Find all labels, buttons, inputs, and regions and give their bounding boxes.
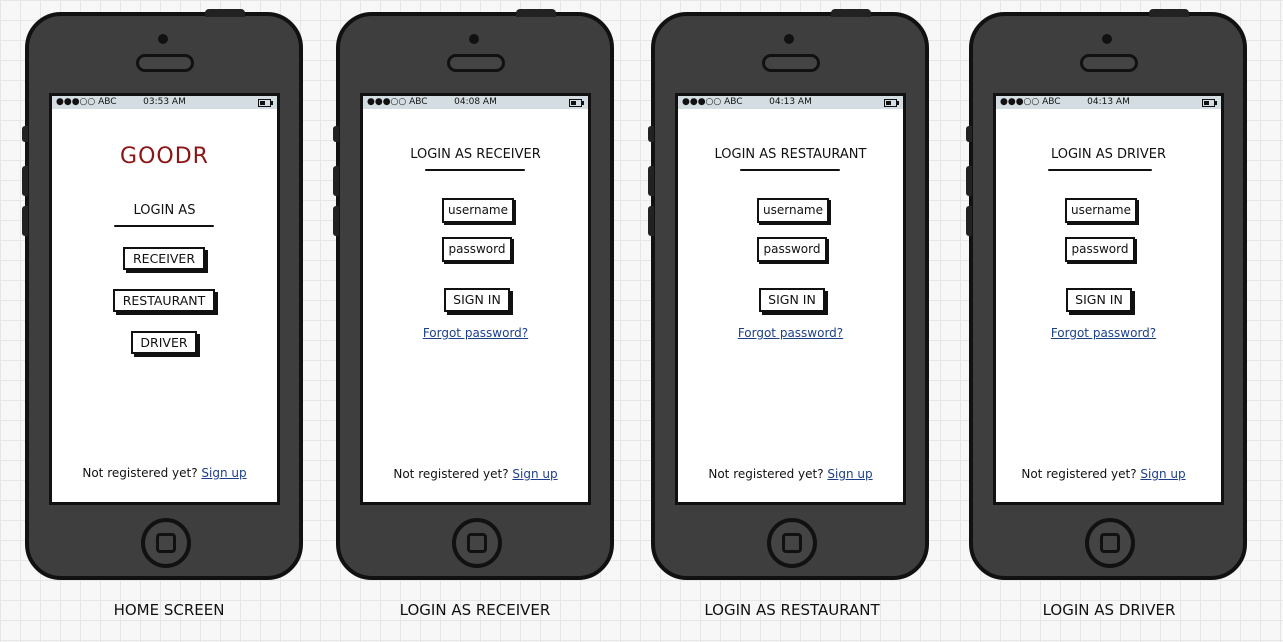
forgot-password-link[interactable]: Forgot password? <box>678 326 903 340</box>
side-button <box>333 126 339 142</box>
screen: ●●●○○ ABC 04:08 AM LOGIN AS RECEIVER use… <box>360 93 591 505</box>
side-button <box>966 206 972 236</box>
signup-text: Not registered yet? <box>82 466 198 480</box>
signup-prompt: Not registered yet? Sign up <box>52 466 277 480</box>
side-button <box>648 126 654 142</box>
title-underline <box>425 169 525 171</box>
status-time: 04:13 AM <box>1087 97 1130 107</box>
signup-prompt: Not registered yet? Sign up <box>996 467 1216 481</box>
status-bar: ●●●○○ ABC 04:13 AM <box>678 96 903 109</box>
phone-shell: ●●●○○ ABC 04:13 AM LOGIN AS DRIVER usern… <box>966 9 1247 580</box>
top-button <box>205 9 245 17</box>
camera-icon <box>158 34 168 44</box>
screen: ●●●○○ ABC 04:13 AM LOGIN AS DRIVER usern… <box>993 93 1224 505</box>
phone-shell: ●●●○○ ABC 04:08 AM LOGIN AS RECEIVER use… <box>333 9 614 580</box>
side-button <box>648 206 654 236</box>
battery-icon <box>258 99 273 107</box>
phone-login-driver: ●●●○○ ABC 04:13 AM LOGIN AS DRIVER usern… <box>966 9 1249 584</box>
top-button <box>516 9 556 17</box>
receiver-button[interactable]: RECEIVER <box>123 247 205 270</box>
password-field[interactable]: password <box>442 237 512 262</box>
camera-icon <box>469 34 479 44</box>
top-button <box>831 9 871 17</box>
status-bar: ●●●○○ ABC 03:53 AM <box>52 96 277 109</box>
driver-button[interactable]: DRIVER <box>131 331 197 354</box>
phone-shell: ●●●○○ ABC 03:53 AM GOODR LOGIN AS RECEIV… <box>22 9 303 580</box>
signup-text: Not registered yet? <box>1021 467 1137 481</box>
side-button <box>333 206 339 236</box>
top-button <box>1149 9 1189 17</box>
signup-link[interactable]: Sign up <box>201 466 246 480</box>
side-button <box>648 166 654 196</box>
side-button <box>22 126 28 142</box>
page-title: LOGIN AS DRIVER <box>1050 147 1167 162</box>
username-field[interactable]: username <box>757 198 829 223</box>
password-field[interactable]: password <box>757 237 827 262</box>
home-button[interactable] <box>1085 518 1135 568</box>
status-time: 03:53 AM <box>143 97 186 107</box>
signup-link[interactable]: Sign up <box>1140 467 1185 481</box>
sign-in-button[interactable]: SIGN IN <box>1066 288 1132 312</box>
username-field[interactable]: username <box>442 198 514 223</box>
screen: ●●●○○ ABC 03:53 AM GOODR LOGIN AS RECEIV… <box>49 93 280 505</box>
home-button[interactable] <box>141 518 191 568</box>
status-time: 04:13 AM <box>769 97 812 107</box>
sign-in-button[interactable]: SIGN IN <box>444 288 510 312</box>
title-underline <box>740 169 840 171</box>
signup-prompt: Not registered yet? Sign up <box>363 467 588 481</box>
screen: ●●●○○ ABC 04:13 AM LOGIN AS RESTAURANT u… <box>675 93 906 505</box>
camera-icon <box>784 34 794 44</box>
caption-login-driver: LOGIN AS DRIVER <box>1042 601 1176 619</box>
forgot-password-link[interactable]: Forgot password? <box>996 326 1216 340</box>
forgot-password-link[interactable]: Forgot password? <box>363 326 588 340</box>
speaker-icon <box>1080 54 1138 72</box>
brand-logo: GOODR <box>120 144 209 169</box>
phone-home-screen: ●●●○○ ABC 03:53 AM GOODR LOGIN AS RECEIV… <box>22 9 305 584</box>
side-button <box>22 166 28 196</box>
page-title: LOGIN AS RECEIVER <box>410 147 541 162</box>
side-button <box>966 166 972 196</box>
status-bar: ●●●○○ ABC 04:13 AM <box>996 96 1221 109</box>
phone-login-receiver: ●●●○○ ABC 04:08 AM LOGIN AS RECEIVER use… <box>333 9 616 584</box>
caption-login-receiver: LOGIN AS RECEIVER <box>399 601 551 619</box>
home-square-icon <box>782 533 802 553</box>
home-button[interactable] <box>452 518 502 568</box>
battery-icon <box>569 99 584 107</box>
caption-login-restaurant: LOGIN AS RESTAURANT <box>704 601 880 619</box>
side-button <box>966 126 972 142</box>
home-button[interactable] <box>767 518 817 568</box>
signup-text: Not registered yet? <box>708 467 824 481</box>
speaker-icon <box>447 54 505 72</box>
battery-icon <box>1202 99 1217 107</box>
phone-login-restaurant: ●●●○○ ABC 04:13 AM LOGIN AS RESTAURANT u… <box>648 9 931 584</box>
status-bar: ●●●○○ ABC 04:08 AM <box>363 96 588 109</box>
restaurant-button[interactable]: RESTAURANT <box>113 289 215 312</box>
title-underline <box>1048 169 1152 171</box>
phone-shell: ●●●○○ ABC 04:13 AM LOGIN AS RESTAURANT u… <box>648 9 929 580</box>
title-underline <box>114 225 214 227</box>
username-field[interactable]: username <box>1065 198 1137 223</box>
signup-text: Not registered yet? <box>393 467 509 481</box>
signup-prompt: Not registered yet? Sign up <box>678 467 903 481</box>
camera-icon <box>1102 34 1112 44</box>
home-square-icon <box>1100 533 1120 553</box>
page-title: LOGIN AS RESTAURANT <box>714 147 867 162</box>
speaker-icon <box>136 54 194 72</box>
page-title: LOGIN AS <box>133 203 196 218</box>
battery-icon <box>884 99 899 107</box>
speaker-icon <box>762 54 820 72</box>
password-field[interactable]: password <box>1065 237 1135 262</box>
home-square-icon <box>467 533 487 553</box>
side-button <box>333 166 339 196</box>
side-button <box>22 206 28 236</box>
home-square-icon <box>156 533 176 553</box>
caption-home-screen: HOME SCREEN <box>113 601 225 619</box>
status-time: 04:08 AM <box>454 97 497 107</box>
sign-in-button[interactable]: SIGN IN <box>759 288 825 312</box>
signup-link[interactable]: Sign up <box>512 467 557 481</box>
signup-link[interactable]: Sign up <box>827 467 872 481</box>
